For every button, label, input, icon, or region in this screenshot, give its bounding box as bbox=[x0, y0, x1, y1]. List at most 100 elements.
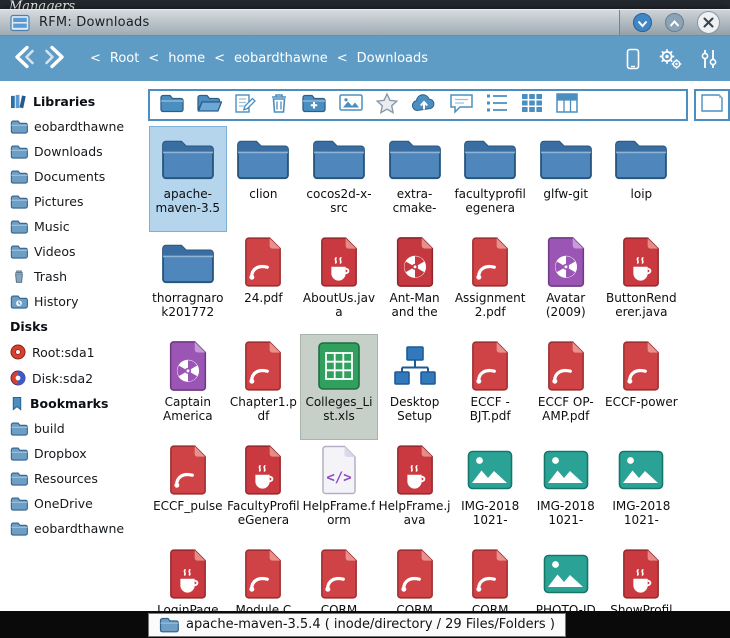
torrent-purple-file-icon bbox=[167, 337, 209, 395]
content-area: Libraries eobardthawne Downloads Documents P… bbox=[0, 81, 730, 611]
preview-icon bbox=[699, 93, 725, 117]
screenshot-button[interactable] bbox=[338, 92, 364, 118]
sidebar-item-documents[interactable]: Documents bbox=[8, 164, 148, 189]
detail-view-button[interactable] bbox=[555, 92, 579, 118]
file-24-pdf[interactable]: 24.pdf bbox=[226, 231, 302, 335]
file-cqrm[interactable]: CQRM bbox=[377, 543, 453, 611]
open-folder-button[interactable] bbox=[196, 92, 223, 118]
file-loginpage[interactable]: LoginPage bbox=[150, 543, 226, 611]
file-facultyprofilegenera[interactable]: facultyprofilegenera bbox=[452, 127, 528, 231]
file-captain-america[interactable]: Captain America bbox=[150, 335, 226, 439]
file-label: Assignment 2.pdf bbox=[454, 291, 526, 319]
preview-button[interactable] bbox=[699, 93, 725, 117]
file-ant-man-and-the[interactable]: Ant-Man and the bbox=[377, 231, 453, 335]
sidebar-item-disk-sda2[interactable]: Disk:sda2 bbox=[8, 365, 148, 391]
file-buttonrenderer-java[interactable]: ButtonRenderer.java bbox=[604, 231, 680, 335]
icon-view-button[interactable] bbox=[520, 92, 544, 118]
file-label: Ant-Man and the bbox=[389, 291, 440, 319]
file-thorragnarok201772[interactable]: thorragnarok201772 bbox=[150, 231, 226, 335]
file-cqrm[interactable]: CQRM bbox=[301, 543, 377, 611]
sidebar-item-eobardthawne[interactable]: eobardthawne bbox=[8, 516, 148, 541]
sidebar-item-dropbox[interactable]: Dropbox bbox=[8, 441, 148, 466]
file-assignment-2-pdf[interactable]: Assignment 2.pdf bbox=[452, 231, 528, 335]
sidebar-item-music[interactable]: Music bbox=[8, 214, 148, 239]
breadcrumb-item-home[interactable]: home bbox=[168, 51, 205, 66]
file-label: ECCF_pulse bbox=[153, 499, 223, 513]
sort-list-button[interactable] bbox=[485, 92, 509, 118]
minimize-button[interactable] bbox=[633, 13, 652, 32]
file-helpframe-java[interactable]: HelpFrame.java bbox=[377, 439, 453, 543]
file-cocos2d-x-src[interactable]: cocos2d-x-src bbox=[301, 127, 377, 231]
file-img-2018-1021[interactable]: IMG-2018 1021- bbox=[528, 439, 604, 543]
sidebar-item-build[interactable]: build bbox=[8, 416, 148, 441]
upload-button[interactable] bbox=[410, 93, 438, 117]
file-chapter1-pdf[interactable]: Chapter1.pdf bbox=[226, 335, 302, 439]
copy-to-folder-button[interactable] bbox=[301, 92, 327, 118]
torrent-purple-file-icon bbox=[545, 233, 587, 291]
back-button[interactable] bbox=[12, 44, 35, 74]
sidebar-item-onedrive[interactable]: OneDrive bbox=[8, 491, 148, 516]
settings-button[interactable] bbox=[657, 47, 683, 71]
maximize-button[interactable] bbox=[665, 13, 684, 32]
favorite-button[interactable] bbox=[375, 91, 399, 119]
folder-icon bbox=[10, 119, 28, 134]
delete-button[interactable] bbox=[268, 91, 290, 119]
file-avatar-2009[interactable]: Avatar (2009) bbox=[528, 231, 604, 335]
close-button[interactable] bbox=[697, 11, 720, 34]
file-eccf-op-amp-pdf[interactable]: ECCF OP-AMP.pdf bbox=[528, 335, 604, 439]
cloud-upload-icon bbox=[410, 93, 438, 117]
file-glfw-git[interactable]: glfw-git bbox=[528, 127, 604, 231]
file-label: CQRM bbox=[320, 603, 358, 611]
file-label: ECCF - BJT.pdf bbox=[469, 395, 511, 423]
file-label: CQRM bbox=[396, 603, 433, 611]
file-eccf-pulse[interactable]: ECCF_pulse bbox=[150, 439, 226, 543]
main-panel: apache-maven-3.5 clion cocos2d-x-src extra-… bbox=[148, 81, 730, 611]
sidebar-item-root-sda1[interactable]: Root:sda1 bbox=[8, 339, 148, 365]
file-photo-id[interactable]: PHOTO-ID bbox=[528, 543, 604, 611]
file-showprofil[interactable]: ShowProfil bbox=[604, 543, 680, 611]
sidebar-item-pictures[interactable]: Pictures bbox=[8, 189, 148, 214]
breadcrumb-item-downloads[interactable]: Downloads bbox=[357, 51, 428, 66]
file-desktop-setup[interactable]: Desktop Setup bbox=[377, 335, 453, 439]
sidebar-section-libraries: Libraries bbox=[8, 89, 148, 114]
sidebar-item-eobardthawne[interactable]: eobardthawne bbox=[8, 114, 148, 139]
file-label: ECCF OP-AMP.pdf bbox=[537, 395, 594, 423]
file-facultyprofilegenera[interactable]: FacultyProfileGenera bbox=[226, 439, 302, 543]
device-button[interactable] bbox=[626, 48, 640, 70]
pdf-file-icon bbox=[395, 545, 435, 603]
sidebar-item-videos[interactable]: Videos bbox=[8, 239, 148, 264]
file-loip[interactable]: loip bbox=[604, 127, 680, 231]
breadcrumb-item-root[interactable]: Root bbox=[110, 51, 139, 66]
sidebar-item-resources[interactable]: Resources bbox=[8, 466, 148, 491]
forward-button[interactable] bbox=[44, 44, 67, 74]
file-img-2018-1021[interactable]: IMG-2018 1021- bbox=[604, 439, 680, 543]
file-label: HelpFrame.form bbox=[302, 499, 376, 527]
file-aboutus-java[interactable]: AboutUs.java bbox=[301, 231, 377, 335]
sidebar-item-trash[interactable]: Trash bbox=[8, 264, 148, 289]
file-extra-cmake[interactable]: extra-cmake- bbox=[377, 127, 453, 231]
breadcrumb-item-eobardthawne[interactable]: eobardthawne bbox=[234, 51, 328, 66]
sidebar-item-downloads[interactable]: Downloads bbox=[8, 139, 148, 164]
file-helpframe-form[interactable]: </> HelpFrame.form bbox=[301, 439, 377, 543]
file-label: Avatar (2009) bbox=[545, 291, 586, 319]
sidebar-item-history[interactable]: History bbox=[8, 289, 148, 314]
titlebar[interactable]: RFM: Downloads bbox=[0, 9, 730, 36]
file-eccf-power[interactable]: ECCF-power bbox=[604, 335, 680, 439]
grid-icon bbox=[520, 92, 544, 118]
disk-red-icon bbox=[10, 344, 26, 360]
file-cqrm[interactable]: CQRM bbox=[452, 543, 528, 611]
file-apache-maven-3-5[interactable]: apache-maven-3.5 bbox=[149, 126, 227, 232]
file-img-2018-1021[interactable]: IMG-2018 1021- bbox=[452, 439, 528, 543]
sidebar-item-label: Pictures bbox=[34, 194, 84, 209]
file-clion[interactable]: clion bbox=[226, 127, 302, 231]
status-text: apache-maven-3.5.4 ( inode/directory / 2… bbox=[186, 617, 555, 632]
comment-button[interactable] bbox=[449, 92, 474, 118]
folder-icon bbox=[10, 219, 28, 234]
filter-button[interactable] bbox=[700, 48, 718, 70]
file-module-c[interactable]: Module C bbox=[226, 543, 302, 611]
file-eccf-bjt-pdf[interactable]: ECCF - BJT.pdf bbox=[452, 335, 528, 439]
edit-button[interactable] bbox=[233, 91, 257, 119]
new-folder-button[interactable] bbox=[159, 92, 185, 118]
file-colleges-list-xls[interactable]: Colleges_List.xls bbox=[300, 334, 378, 440]
folder-file-icon bbox=[387, 129, 443, 187]
